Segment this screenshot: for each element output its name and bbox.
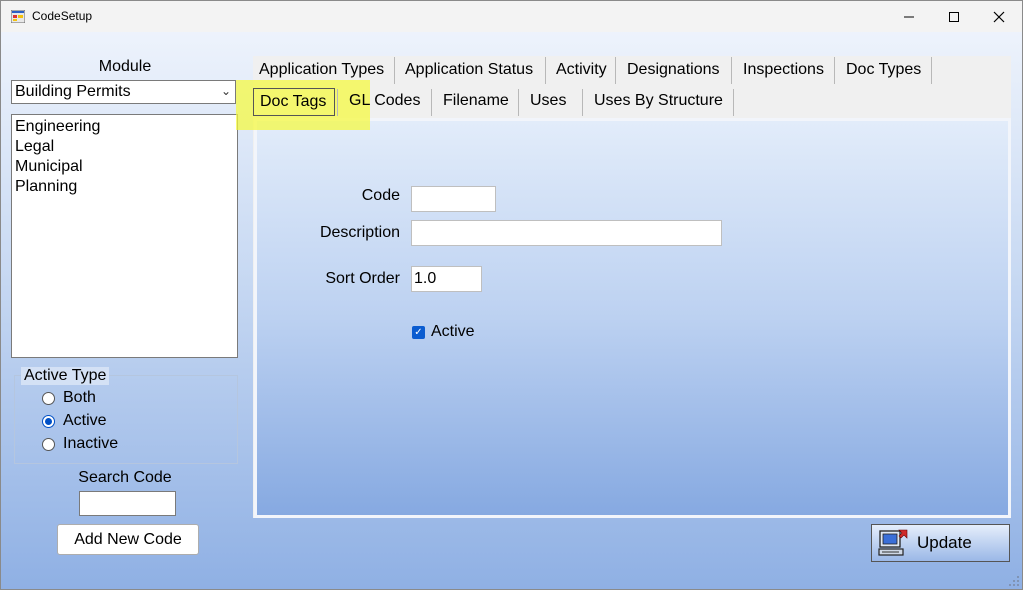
add-new-code-button[interactable]: Add New Code [57,524,199,555]
tab-content-panel [254,118,1011,518]
code-input[interactable] [411,186,496,212]
tab-divider [545,57,546,84]
update-icon [878,529,908,556]
maximize-icon [949,11,959,22]
tab-filename[interactable]: Filename [443,92,509,110]
description-label: Description [319,224,400,241]
tab-activity[interactable]: Activity [556,61,607,79]
app-icon [11,10,25,23]
module-label: Module [98,58,152,75]
resize-grip-icon[interactable] [1008,575,1020,587]
list-item[interactable]: Legal [15,137,234,157]
radio-inactive-label: Inactive [63,435,119,452]
list-item[interactable]: Planning [15,177,234,197]
sort-order-input[interactable]: 1.0 [411,266,482,292]
search-code-label: Search Code [78,469,172,486]
active-checkbox[interactable]: ✓ [412,326,425,339]
tab-designations[interactable]: Designations [627,61,720,79]
title-bar: CodeSetup [1,1,1022,32]
radio-both-indicator[interactable] [42,391,55,405]
window-title: CodeSetup [32,9,93,23]
update-button-label: Update [917,533,972,552]
radio-both[interactable]: Both [42,389,96,407]
tab-gl-codes[interactable]: GL Codes [349,92,420,110]
tab-inspections[interactable]: Inspections [743,61,824,79]
radio-active-label: Active [63,412,107,429]
tab-divider [394,57,395,84]
tab-uses-by-structure[interactable]: Uses By Structure [594,92,723,110]
minimize-button[interactable] [886,1,932,32]
radio-inactive-indicator[interactable] [42,437,55,451]
code-label: Code [361,187,400,204]
module-selected-value: Building Permits [15,83,131,100]
tab-divider [582,89,583,116]
sort-order-label: Sort Order [325,270,400,287]
radio-inactive[interactable]: Inactive [42,435,118,453]
tab-uses[interactable]: Uses [530,92,566,110]
tab-divider [834,57,835,84]
radio-active-indicator[interactable] [42,414,55,428]
update-button[interactable]: Update [871,524,1010,562]
tab-divider [731,57,732,84]
tab-divider [431,89,432,116]
code-setup-window: CodeSetup Module Building Permits ⌄ Engi… [0,0,1023,590]
description-input[interactable] [411,220,722,246]
close-icon [993,11,1005,22]
radio-active[interactable]: Active [42,412,107,430]
tab-divider [518,89,519,116]
list-item[interactable]: Engineering [15,117,234,137]
module-list[interactable]: Engineering Legal Municipal Planning [11,114,238,358]
minimize-icon [904,16,914,17]
list-item[interactable]: Municipal [15,157,234,177]
tab-divider [931,57,932,84]
tab-divider [733,89,734,116]
close-button[interactable] [976,1,1022,32]
tab-divider [615,57,616,84]
active-checkbox-label[interactable]: Active [431,323,475,341]
chevron-down-icon: ⌄ [220,84,231,98]
search-code-input[interactable] [79,491,176,516]
tab-divider [337,89,338,116]
tab-doc-tags[interactable]: Doc Tags [260,93,326,111]
tab-application-status[interactable]: Application Status [405,61,533,79]
module-dropdown[interactable]: Building Permits ⌄ [11,80,236,104]
tab-doc-types[interactable]: Doc Types [846,61,921,79]
active-type-label: Active Type [21,367,110,385]
radio-both-label: Both [63,389,96,406]
tab-application-types[interactable]: Application Types [259,61,384,79]
maximize-button[interactable] [931,1,977,32]
